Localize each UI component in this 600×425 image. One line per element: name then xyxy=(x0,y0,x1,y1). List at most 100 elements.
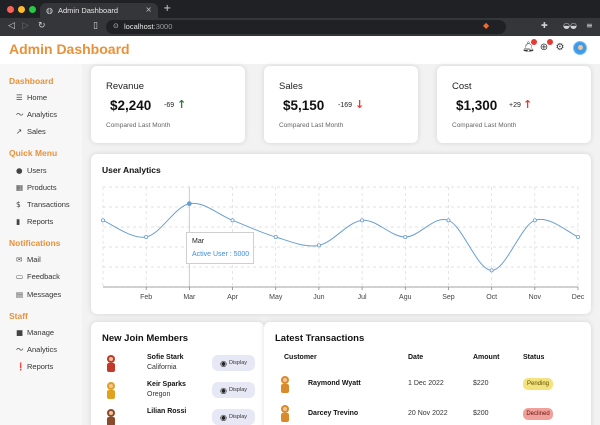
display-button[interactable]: ◉ Display xyxy=(212,355,255,371)
dollar-icon: $ xyxy=(16,199,21,209)
profile-icon[interactable]: ◒◒ xyxy=(563,21,577,30)
sidebar-item-staff-reports[interactable]: ❗ Reports xyxy=(16,360,53,372)
member-location: Oregon xyxy=(147,391,171,398)
sidebar-item-label: Mail xyxy=(27,254,41,264)
sidebar-item-sales[interactable]: ↗ Sales xyxy=(16,125,46,137)
kpi-value: $2,240 xyxy=(110,98,152,113)
table-header-date: Date xyxy=(408,354,424,361)
settings-icon[interactable]: ⚙ xyxy=(554,42,566,54)
chat-icon: ▤ xyxy=(16,289,24,299)
extensions-icon[interactable]: ✚ xyxy=(541,21,548,30)
x-tick-label: Dec xyxy=(572,294,585,301)
sidebar-item-label: Analytics xyxy=(27,109,58,119)
customer-avatar xyxy=(281,405,289,422)
sidebar-item-label: Sales xyxy=(27,126,46,136)
kpi-delta: -169 xyxy=(338,102,353,109)
sidebar-section-dashboard: Dashboard xyxy=(9,76,54,86)
browser-tab[interactable]: ◍ Admin Dashboard × xyxy=(40,3,158,18)
data-point xyxy=(186,201,192,207)
kpi-title: Cost xyxy=(452,81,472,92)
kpi-value: $1,300 xyxy=(456,98,498,113)
display-button[interactable]: ◉ Display xyxy=(212,409,255,425)
feedback-icon: ▭ xyxy=(16,271,24,281)
transaction-date: 20 Nov 2022 xyxy=(408,410,448,417)
data-point xyxy=(360,218,365,223)
sidebar-item-home[interactable]: ☰ Home xyxy=(16,91,47,103)
window-maximize-button[interactable] xyxy=(29,6,36,13)
new-members-card: New Join Members Sofie Stark California … xyxy=(91,322,264,425)
window-close-button[interactable] xyxy=(7,6,14,13)
sidebar-item-label: Products xyxy=(27,182,57,192)
sidebar-item-messages[interactable]: ▤ Messages xyxy=(16,288,61,300)
kpi-title: Revanue xyxy=(106,81,145,92)
user-analytics-chart[interactable]: Feb Mar Apr May Jun Jul Agu Sep Oct Nov Dec xyxy=(91,154,591,314)
x-tick-label: Apr xyxy=(227,294,239,301)
app-window: Admin Dashboard 🔔︎ ⊕ ⚙ Dashboard ☰ Home 〜… xyxy=(0,36,600,425)
sidebar-item-transactions[interactable]: $ Transactions xyxy=(16,198,70,210)
eye-icon: ◉ xyxy=(219,358,227,368)
data-point xyxy=(273,235,278,240)
address-bar[interactable]: ⊙ localhost:3000 xyxy=(106,20,506,34)
app-title: Admin Dashboard xyxy=(9,41,130,57)
member-avatar xyxy=(107,409,115,425)
forward-icon[interactable]: ▷ xyxy=(22,21,29,31)
customer-avatar xyxy=(281,376,289,393)
sidebar-section-staff: Staff xyxy=(9,311,28,321)
member-avatar xyxy=(107,382,115,399)
tab-close-icon[interactable]: × xyxy=(145,5,152,14)
bookmark-icon[interactable]: ▯ xyxy=(93,21,98,31)
work-icon: ■ xyxy=(16,327,24,337)
x-tick-label: Sep xyxy=(442,294,455,301)
latest-transactions-card: Latest Transactions Customer Date Amount… xyxy=(264,322,591,425)
app-header: Admin Dashboard 🔔︎ ⊕ ⚙ xyxy=(0,36,600,64)
series-line xyxy=(102,202,579,271)
x-tick-label: Jun xyxy=(313,294,324,301)
section-title: Latest Transactions xyxy=(275,333,365,344)
user-avatar[interactable] xyxy=(573,41,587,55)
arrow-up-icon: ↑ xyxy=(523,98,533,111)
notifications-icon[interactable]: 🔔︎ xyxy=(522,39,537,54)
x-tick-label: Oct xyxy=(486,294,497,301)
display-button[interactable]: ◉ Display xyxy=(212,382,255,398)
display-button-label: Display xyxy=(228,414,248,420)
data-point xyxy=(575,235,580,240)
url-host: localhost xyxy=(124,22,154,31)
user-analytics-card: User Analytics Feb Mar Apr May Jun Jul Agu Sep O… xyxy=(91,154,591,314)
kpi-delta: -69 xyxy=(164,102,175,109)
table-header-status: Status xyxy=(523,354,545,361)
x-tick-label: Nov xyxy=(529,294,542,301)
kpi-card-sales: Sales $5,150 -169 ↓ Compared Last Month xyxy=(264,66,418,143)
new-tab-button[interactable]: + xyxy=(163,3,171,14)
customer-name: Darcey Trevino xyxy=(308,410,359,417)
window-minimize-button[interactable] xyxy=(18,6,25,13)
brave-shield-icon[interactable]: ◆ xyxy=(483,21,489,30)
bar-chart-icon: ▮ xyxy=(16,216,21,226)
sidebar-item-products[interactable]: ▦ Products xyxy=(16,181,57,193)
menu-icon[interactable]: ≡ xyxy=(586,21,593,30)
back-icon[interactable]: ◁ xyxy=(8,21,15,31)
kpi-delta: +29 xyxy=(509,102,521,109)
data-point xyxy=(403,235,408,240)
sidebar-item-users[interactable]: ● Users xyxy=(16,164,47,176)
eye-icon: ◉ xyxy=(219,385,227,395)
kpi-subtitle: Compared Last Month xyxy=(279,122,344,129)
sidebar-item-mail[interactable]: ✉ Mail xyxy=(16,253,41,265)
sidebar-item-staff-analytics[interactable]: 〜 Analytics xyxy=(16,343,57,355)
language-icon[interactable]: ⊕ xyxy=(538,39,553,54)
status-badge: Declined xyxy=(523,408,553,420)
site-info-icon[interactable]: ⊙ xyxy=(113,22,119,30)
kpi-card-cost: Cost $1,300 +29 ↑ Compared Last Month xyxy=(437,66,591,143)
sidebar-item-manage[interactable]: ■ Manage xyxy=(16,326,54,338)
x-tick-label: Jul xyxy=(358,294,367,301)
sidebar-item-analytics[interactable]: 〜 Analytics xyxy=(16,108,57,120)
sidebar-item-label: Home xyxy=(27,92,48,102)
sidebar-item-reports[interactable]: ▮ Reports xyxy=(16,215,53,227)
data-point xyxy=(144,235,149,240)
sidebar-section-quick-menu: Quick Menu xyxy=(9,148,58,158)
person-icon: ● xyxy=(16,165,23,175)
sidebar-item-feedback[interactable]: ▭ Feedback xyxy=(16,270,60,282)
reload-icon[interactable]: ↻ xyxy=(38,21,46,31)
x-tick-label: Mar xyxy=(183,294,196,301)
list-item: Sofie Stark California ◉ Display xyxy=(91,352,265,376)
tooltip-month: Mar xyxy=(192,238,205,245)
